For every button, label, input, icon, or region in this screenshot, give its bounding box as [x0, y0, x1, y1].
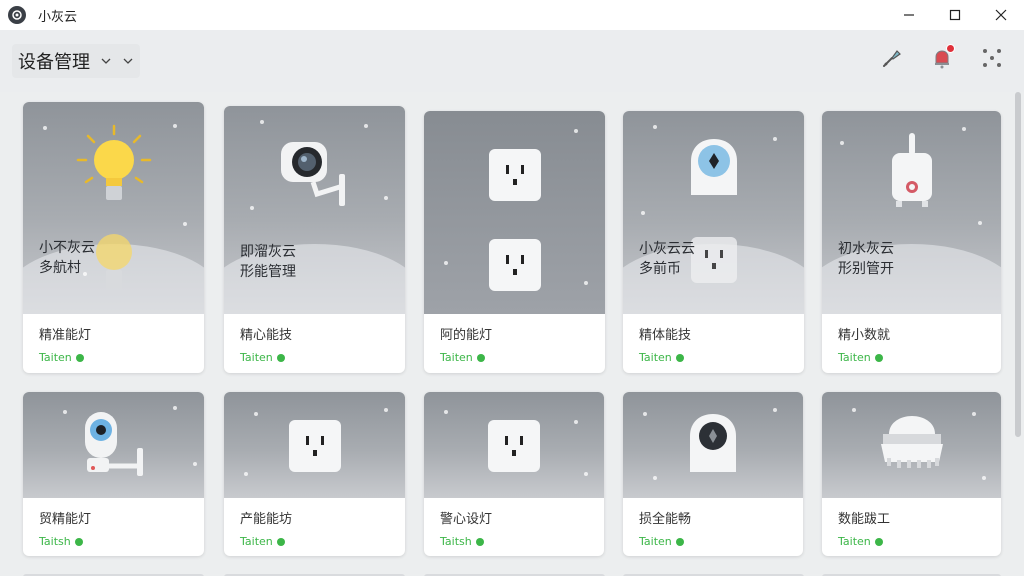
- device-thumbnail: 初水灰云 形别管开: [822, 111, 1001, 314]
- device-card[interactable]: 数能跋工 Taiten: [822, 392, 1001, 556]
- smart-sensor-icon: [690, 414, 736, 472]
- device-brand: Taiten: [639, 535, 787, 548]
- device-name: 贸精能灯: [39, 512, 92, 527]
- socket-icon: [488, 420, 540, 472]
- device-card[interactable]: 贸精能灯 Taitsh: [23, 392, 204, 556]
- device-thumbnail: [623, 392, 803, 498]
- window-title: 小灰云: [38, 9, 78, 25]
- device-card[interactable]: 警心设灯 Taitsh: [424, 392, 604, 556]
- device-thumbnail: 即溜灰云 形能管理: [224, 106, 405, 314]
- device-brand: Taiten: [240, 535, 389, 548]
- device-brand: Taiten: [639, 351, 788, 364]
- tools-button[interactable]: [878, 44, 906, 72]
- device-card[interactable]: 小不灰云 多航村 精准能灯 Taiten: [23, 102, 204, 373]
- page-title-dropdown[interactable]: 设备管理: [12, 44, 140, 78]
- socket-icon: [488, 239, 541, 291]
- scrollbar-thumb[interactable]: [1015, 92, 1021, 437]
- device-name: 阿的能灯: [440, 328, 493, 343]
- device-card[interactable]: 阿的能灯 Taiten: [424, 111, 605, 373]
- device-name: 警心设灯: [440, 512, 493, 527]
- more-dots-icon: [983, 49, 1001, 67]
- card-overlay-text: 即溜灰云 形能管理: [240, 244, 296, 280]
- vertical-scrollbar[interactable]: [1014, 90, 1022, 576]
- device-thumbnail: [23, 392, 204, 498]
- card-overlay-text: 小灰云云 多前币: [639, 241, 695, 277]
- device-thumbnail: [424, 111, 605, 314]
- device-thumbnail: 小灰云云 多前币: [623, 111, 804, 314]
- more-button[interactable]: [978, 44, 1006, 72]
- chevron-down-icon: [101, 58, 111, 64]
- app-logo-icon: [8, 6, 26, 24]
- device-brand: Taiten: [440, 351, 589, 364]
- minimize-button[interactable]: [886, 0, 932, 30]
- card-overlay-text: 小不灰云 多航村: [39, 240, 95, 276]
- close-icon: [995, 9, 1007, 21]
- device-brand: Taitsh: [39, 535, 188, 548]
- card-overlay-text: 初水灰云 形别管开: [838, 241, 894, 277]
- device-brand: Taiten: [838, 535, 985, 548]
- device-brand: Taitsh: [440, 535, 588, 548]
- notification-button[interactable]: [928, 44, 956, 72]
- socket-icon: [488, 149, 541, 201]
- device-brand: Taiten: [39, 351, 188, 364]
- socket-icon: [690, 237, 737, 283]
- robot-vacuum-icon: [880, 416, 943, 468]
- tools-icon: [883, 50, 901, 67]
- device-thumbnail: [224, 392, 405, 498]
- maximize-button[interactable]: [932, 0, 978, 30]
- device-grid: 小不灰云 多航村 精准能灯 Taiten 即溜灰云 形能管理 精心能技 Tait…: [23, 102, 1001, 576]
- device-name: 精小数就: [838, 328, 891, 343]
- device-brand: Taiten: [240, 351, 389, 364]
- device-card[interactable]: 即溜灰云 形能管理 精心能技 Taiten: [224, 106, 405, 373]
- device-name: 损全能畅: [639, 512, 692, 527]
- maximize-icon: [949, 9, 961, 21]
- device-brand: Taiten: [838, 351, 985, 364]
- title-bar: 小灰云: [0, 0, 1024, 30]
- socket-icon: [288, 420, 341, 472]
- page-header: 设备管理: [0, 30, 1024, 92]
- device-name: 数能跋工: [838, 512, 891, 527]
- page-title: 设备管理: [18, 52, 90, 73]
- light-bulb-icon: [76, 124, 151, 200]
- device-name: 产能能坊: [240, 512, 293, 527]
- chevron-down-icon: [123, 58, 133, 64]
- minimize-icon: [904, 14, 914, 16]
- device-thumbnail: 小不灰云 多航村: [23, 102, 204, 314]
- light-bulb-icon: [95, 234, 132, 290]
- close-button[interactable]: [978, 0, 1024, 30]
- device-name: 精准能灯: [39, 328, 92, 343]
- camera-icon: [84, 412, 143, 476]
- device-card[interactable]: 损全能畅 Taiten: [623, 392, 803, 556]
- device-card[interactable]: 小灰云云 多前币 精体能技 Taiten: [623, 111, 804, 373]
- device-thumbnail: [822, 392, 1001, 498]
- smart-sensor-icon: [690, 139, 737, 195]
- camera-icon: [280, 142, 345, 206]
- humidifier-icon: [891, 133, 932, 207]
- device-thumbnail: [424, 392, 604, 498]
- device-name: 精心能技: [240, 328, 293, 343]
- device-card[interactable]: 产能能坊 Taiten: [224, 392, 405, 556]
- notification-badge: [946, 44, 955, 53]
- device-name: 精体能技: [639, 328, 692, 343]
- device-card[interactable]: 初水灰云 形别管开 精小数就 Taiten: [822, 111, 1001, 373]
